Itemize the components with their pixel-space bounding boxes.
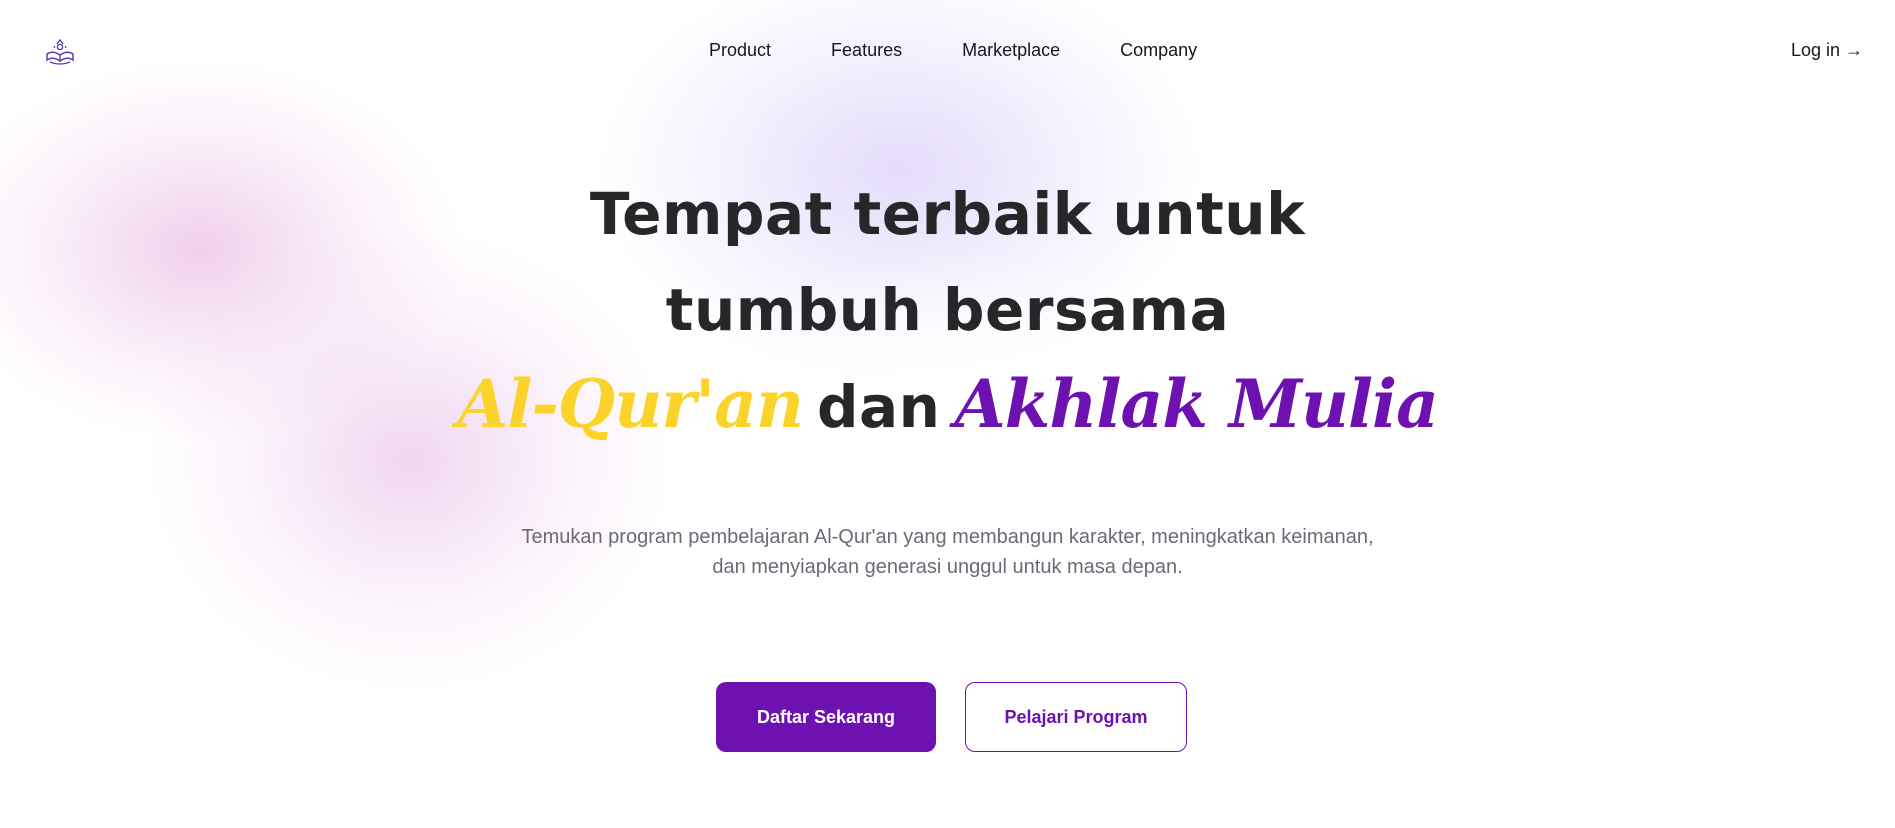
top-nav: Product Features Marketplace Company Log… (0, 0, 1895, 100)
nav-link-product[interactable]: Product (709, 40, 771, 61)
hero-title-line-2: tumbuh bersama (665, 276, 1230, 344)
hero-connector: dan (817, 373, 941, 441)
nav-link-company[interactable]: Company (1120, 40, 1197, 61)
hero-subtitle-line-2: dan menyiapkan generasi unggul untuk mas… (712, 556, 1183, 578)
daftar-sekarang-button[interactable]: Daftar Sekarang (716, 682, 936, 752)
hero-subtitle: Temukan program pembelajaran Al-Qur'an y… (0, 522, 1895, 582)
logo[interactable] (44, 36, 76, 66)
nav-link-marketplace[interactable]: Marketplace (962, 40, 1060, 61)
hero-subtitle-line-1: Temukan program pembelajaran Al-Qur'an y… (521, 526, 1374, 548)
hero-title-line-1: Tempat terbaik untuk (589, 180, 1306, 248)
nav-links: Product Features Marketplace Company (709, 40, 1197, 61)
nav-link-features[interactable]: Features (831, 40, 902, 61)
highlight-alquran: Al-Qur'an (457, 365, 804, 443)
quran-book-icon (46, 38, 74, 65)
landing-page: Product Features Marketplace Company Log… (0, 0, 1895, 828)
login-link[interactable]: Log in → (1791, 40, 1863, 61)
hero-title-line-3: Al-Qur'an dan Akhlak Mulia (0, 365, 1895, 443)
highlight-akhlak-mulia: Akhlak Mulia (954, 365, 1438, 443)
pelajari-program-button[interactable]: Pelajari Program (965, 682, 1187, 752)
